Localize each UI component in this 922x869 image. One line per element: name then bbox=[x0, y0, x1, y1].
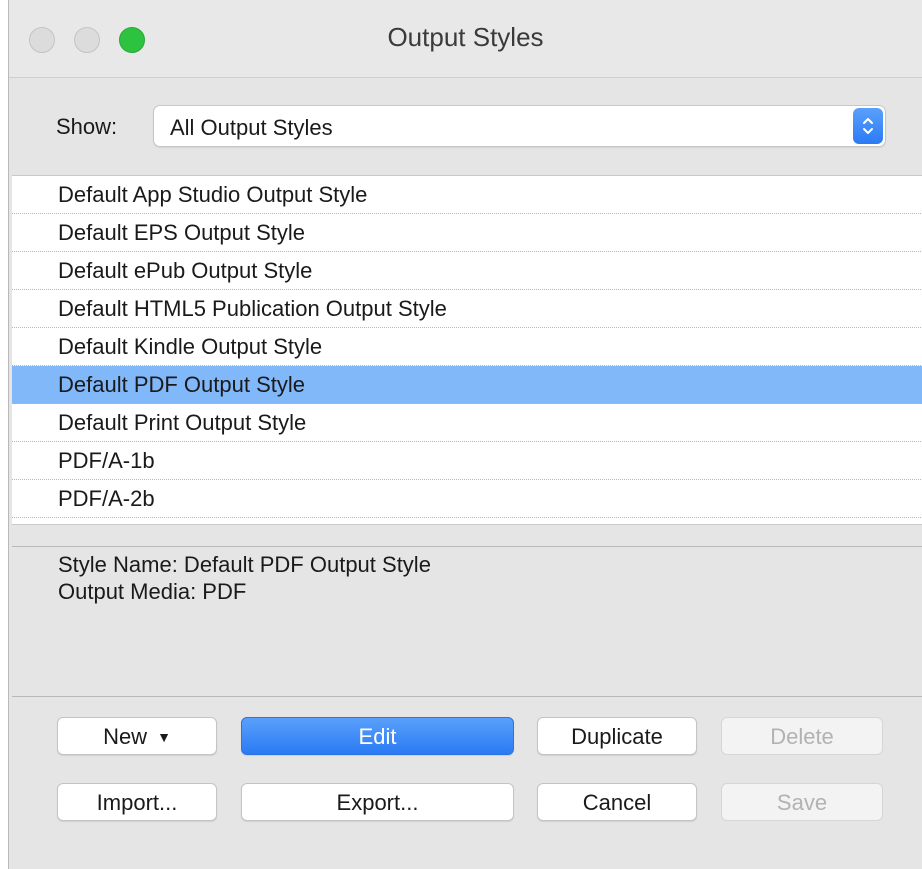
list-item[interactable]: PDF/A-1b bbox=[12, 442, 922, 480]
show-select-value: All Output Styles bbox=[170, 115, 333, 140]
style-name-info: Style Name: Default PDF Output Style bbox=[58, 552, 431, 577]
new-button-label: New bbox=[103, 724, 148, 749]
delete-button[interactable]: Delete bbox=[721, 717, 883, 755]
list-item[interactable]: Default App Studio Output Style bbox=[12, 176, 922, 214]
output-styles-window: Output Styles Show: All Output Styles De… bbox=[8, 0, 922, 869]
style-info-panel: Style Name: Default PDF Output Style Out… bbox=[12, 546, 922, 697]
list-item[interactable]: Default PDF Output Style bbox=[12, 366, 922, 404]
up-down-chevron-icon bbox=[863, 118, 873, 134]
duplicate-button[interactable]: Duplicate bbox=[537, 717, 697, 755]
show-select[interactable]: All Output Styles bbox=[153, 105, 886, 147]
new-button[interactable]: New ▼ bbox=[57, 717, 217, 755]
output-styles-list[interactable]: Default App Studio Output Style Default E… bbox=[12, 175, 922, 525]
show-label: Show: bbox=[56, 114, 118, 139]
window-title: Output Styles bbox=[387, 22, 544, 52]
import-button[interactable]: Import... bbox=[57, 783, 217, 821]
export-button[interactable]: Export... bbox=[241, 783, 514, 821]
dropdown-arrow-icon: ▼ bbox=[157, 729, 171, 745]
list-item[interactable]: Default EPS Output Style bbox=[12, 214, 922, 252]
select-stepper[interactable] bbox=[853, 108, 883, 144]
title-bar: Output Styles bbox=[9, 0, 922, 78]
list-item[interactable]: Default ePub Output Style bbox=[12, 252, 922, 290]
save-button[interactable]: Save bbox=[721, 783, 883, 821]
list-item[interactable]: Default Kindle Output Style bbox=[12, 328, 922, 366]
output-media-info: Output Media: PDF bbox=[58, 579, 247, 604]
list-item[interactable]: Default Print Output Style bbox=[12, 404, 922, 442]
list-item[interactable]: Default HTML5 Publication Output Style bbox=[12, 290, 922, 328]
edit-button[interactable]: Edit bbox=[241, 717, 514, 755]
list-item[interactable]: PDF/A-2b bbox=[12, 480, 922, 518]
cancel-button[interactable]: Cancel bbox=[537, 783, 697, 821]
